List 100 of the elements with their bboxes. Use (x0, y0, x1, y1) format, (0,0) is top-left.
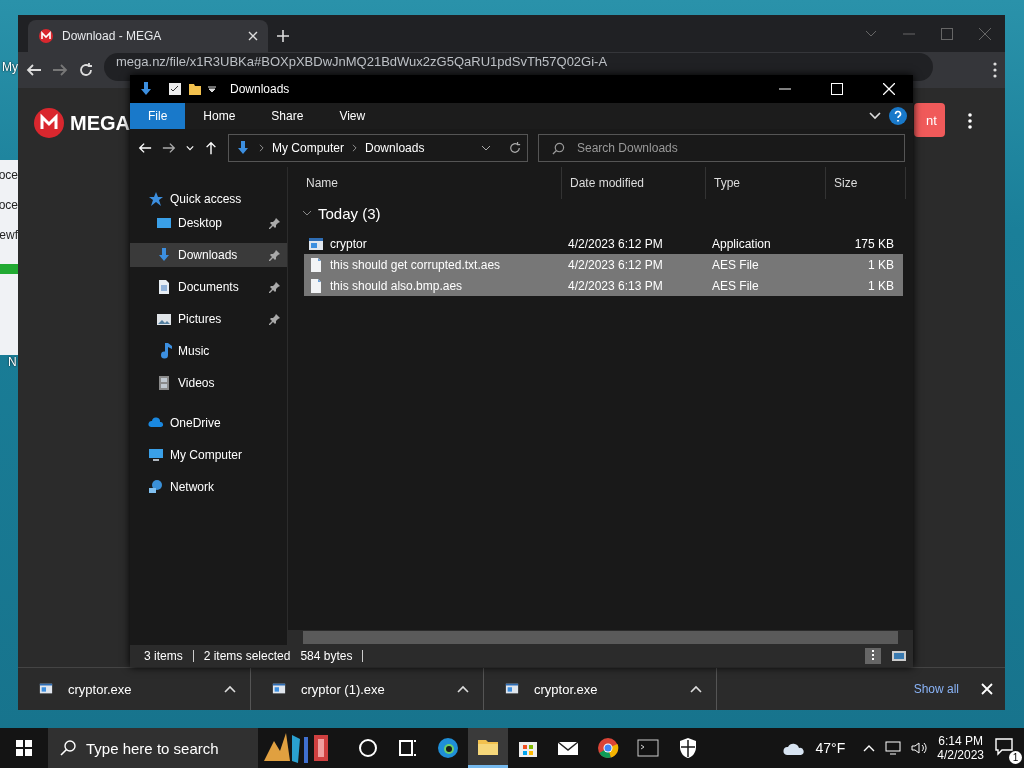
file-name: this should get corrupted.txt.aes (330, 257, 501, 272)
nav-item[interactable]: Pictures (130, 307, 287, 331)
nav-item[interactable]: My Computer (130, 443, 287, 467)
window-title: Downloads (230, 82, 290, 96)
kebab-menu-icon[interactable] (968, 113, 972, 129)
forward-icon[interactable] (162, 141, 176, 155)
nav-item[interactable]: OneDrive (130, 411, 287, 435)
back-icon[interactable] (138, 141, 152, 155)
chevron-icon (302, 208, 312, 218)
computer-icon (148, 447, 164, 463)
chevron-right-icon (352, 144, 358, 152)
ribbon-tab[interactable]: Share (253, 103, 322, 129)
status-text: 2 items selected (203, 649, 291, 663)
breadcrumb-item[interactable]: My Computer (272, 141, 345, 155)
download-icon (235, 140, 251, 156)
address-bar[interactable]: My Computer Downloads (228, 134, 528, 162)
ribbon-tab[interactable]: File (130, 103, 186, 129)
ribbon-tab[interactable]: Home (185, 103, 254, 129)
status-text: 584 bytes (300, 649, 353, 663)
window-text: ewf (0, 227, 18, 244)
clock[interactable]: 6:14 PM 4/2/2023 (937, 734, 984, 762)
file-name: this should also.bmp.aes (330, 278, 463, 293)
file-row[interactable]: this should also.bmp.aes 4/2/2023 6:13 PM AES File 1 KB (304, 275, 903, 296)
new-tab-icon[interactable] (276, 29, 290, 43)
download-item[interactable]: cryptor.exe (484, 668, 717, 710)
date-cell-text: 4/2/2023 6:12 PM (567, 257, 664, 272)
breadcrumb-item[interactable]: Downloads (365, 141, 425, 155)
nav-item[interactable]: Desktop (130, 211, 287, 235)
videos-icon (156, 375, 172, 391)
desktop-icon-label[interactable]: N (8, 355, 17, 369)
pictures-icon (156, 311, 172, 327)
chevron-icon[interactable] (481, 145, 491, 151)
windows-start-icon[interactable] (16, 740, 32, 756)
type-cell-text: Application (711, 236, 772, 251)
size-cell-text: 175 KB (853, 236, 895, 251)
download-icon (156, 247, 172, 263)
caret-icon[interactable] (224, 685, 236, 693)
notification-badge: 1 (1009, 751, 1022, 764)
type-cell-text: AES File (711, 257, 760, 272)
nav-item[interactable]: Quick access (130, 187, 287, 211)
caret-icon[interactable] (457, 685, 469, 693)
size-cell-text: 1 KB (867, 257, 895, 272)
column-header[interactable]: Type (706, 167, 826, 199)
dropdown-icon[interactable] (208, 85, 216, 93)
file-icon (308, 277, 324, 294)
star-icon (148, 191, 164, 207)
nav-item[interactable]: Videos (130, 371, 287, 395)
nav-item[interactable]: Network (130, 475, 287, 499)
column-header[interactable]: Name (298, 167, 562, 199)
taskbar-search-field[interactable]: Type here to search (48, 728, 258, 768)
file-row[interactable]: cryptor 4/2/2023 6:12 PM Application 175 KB (304, 233, 903, 254)
details-view-icon[interactable] (865, 648, 881, 664)
desktop-icon (156, 215, 172, 231)
mega-logo-icon (38, 28, 54, 44)
up-arrow-icon[interactable] (204, 141, 218, 155)
size-cell-text: 1 KB (867, 278, 895, 293)
window-text: oce (0, 197, 18, 214)
search-field[interactable]: Search Downloads (538, 134, 905, 162)
file-name: cryptor (330, 236, 367, 251)
chrome-icon[interactable] (596, 736, 620, 760)
status-text: 3 items (144, 649, 183, 663)
nav-item[interactable]: Music (130, 339, 287, 363)
download-item[interactable]: cryptor.exe (18, 668, 251, 710)
terminal-icon[interactable] (636, 736, 660, 760)
cortana-icon[interactable] (356, 736, 380, 760)
file-row[interactable]: this should get corrupted.txt.aes 4/2/2023 6:12 PM AES File 1 KB (304, 254, 903, 275)
logo-text: MEGA (70, 111, 130, 135)
download-icon (138, 81, 154, 97)
document-icon (156, 279, 172, 295)
nav-item[interactable]: Documents (130, 275, 287, 299)
application-icon (308, 235, 324, 252)
reload-icon[interactable] (78, 62, 94, 78)
network-icon[interactable] (885, 741, 902, 755)
group-header[interactable]: Today (3) (296, 199, 913, 227)
column-header[interactable]: Size (826, 167, 906, 199)
show-all-link[interactable]: Show all (907, 678, 965, 700)
speaker-icon[interactable] (911, 741, 928, 755)
horizontal-scrollbar[interactable] (288, 630, 913, 645)
application-icon (504, 682, 520, 696)
search-icon (60, 740, 76, 756)
download-item[interactable]: cryptor (1).exe (251, 668, 484, 710)
desktop-icon-label[interactable]: My (2, 60, 18, 74)
date-cell-text: 4/2/2023 6:13 PM (567, 278, 664, 293)
nav-item[interactable]: Downloads (130, 243, 287, 267)
notification-icon[interactable] (994, 736, 1014, 756)
ribbon-tab[interactable]: View (321, 103, 384, 129)
column-header[interactable]: Date modified (562, 167, 706, 199)
caret-icon[interactable] (690, 685, 702, 693)
refresh-icon[interactable] (509, 142, 521, 154)
help-icon[interactable] (889, 107, 907, 125)
back-icon[interactable] (26, 62, 42, 78)
properties-icon[interactable] (168, 82, 182, 96)
weather-text[interactable]: 47°F (815, 740, 846, 756)
application-icon (38, 682, 54, 696)
date-cell-text: 4/2/2023 6:12 PM (567, 236, 664, 251)
browser-tab[interactable]: Download - MEGA (28, 20, 268, 52)
kebab-menu-icon[interactable] (993, 62, 997, 78)
network-icon (148, 479, 164, 495)
edge-icon[interactable] (436, 736, 460, 760)
thumbnail-view-icon[interactable] (891, 648, 907, 664)
